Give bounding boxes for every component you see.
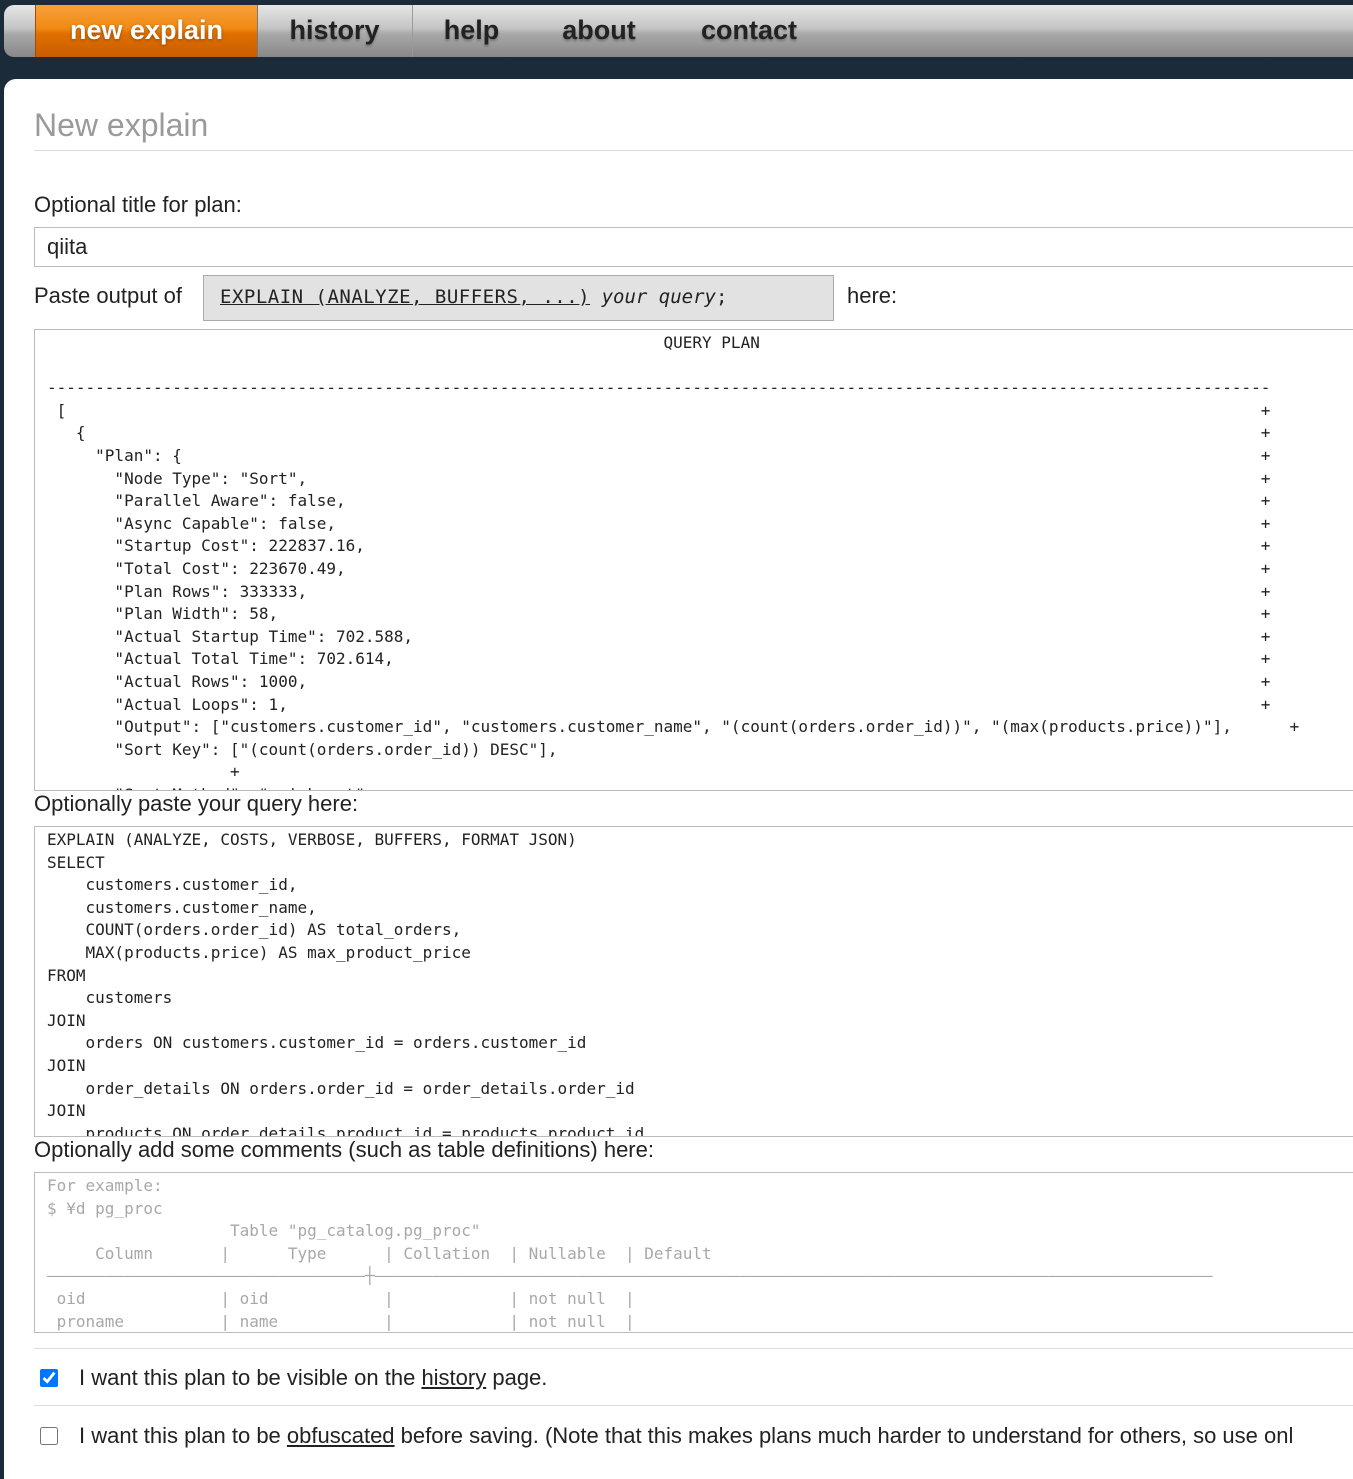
tab-history[interactable]: history (257, 5, 413, 57)
comments-textarea[interactable]: For example: $ ¥d pg_proc Table "pg_cata… (34, 1172, 1353, 1333)
visible-option-text: I want this plan to be visible on the hi… (79, 1365, 547, 1391)
history-link[interactable]: history (421, 1365, 486, 1390)
obfuscated-link[interactable]: obfuscated (287, 1423, 395, 1448)
main-nav: new explain history help about contact (4, 5, 1353, 57)
paste-output-label: Paste output of (34, 283, 182, 308)
comments-label: Optionally add some comments (such as ta… (34, 1137, 654, 1162)
options-divider-1 (34, 1348, 1353, 1349)
visible-checkbox[interactable] (40, 1369, 58, 1387)
tab-new-explain[interactable]: new explain (35, 5, 258, 57)
plan-textarea[interactable]: QUERY PLAN -----------------------------… (34, 329, 1353, 791)
visible-text-before: I want this plan to be visible on the (79, 1365, 422, 1390)
explain-code: EXPLAIN (ANALYZE, BUFFERS, ...) (220, 286, 591, 308)
tab-about[interactable]: about (531, 5, 667, 57)
title-divider (34, 150, 1353, 151)
query-textarea[interactable]: EXPLAIN (ANALYZE, COSTS, VERBOSE, BUFFER… (34, 826, 1353, 1137)
obfuscate-text-after: before saving. (Note that this makes pla… (394, 1423, 1294, 1448)
obfuscate-text-before: I want this plan to be (79, 1423, 287, 1448)
explain-syntax-button[interactable]: EXPLAIN (ANALYZE, BUFFERS, ...) your que… (203, 275, 834, 321)
explain-query-italic: your query (601, 286, 716, 308)
content-panel: New explain Optional title for plan: Pas… (4, 79, 1353, 1479)
query-label: Optionally paste your query here: (34, 791, 359, 816)
page-title: New explain (34, 107, 209, 143)
obfuscate-option-text: I want this plan to be obfuscated before… (79, 1423, 1293, 1449)
tab-contact[interactable]: contact (668, 5, 830, 57)
paste-here-label: here: (847, 283, 898, 308)
obfuscate-checkbox[interactable] (40, 1427, 58, 1445)
tab-help[interactable]: help (413, 5, 530, 57)
options-divider-2 (34, 1405, 1353, 1406)
visible-text-after: page. (486, 1365, 548, 1390)
plan-title-label: Optional title for plan: (34, 192, 242, 217)
explain-suffix: ; (715, 286, 728, 308)
plan-title-input[interactable] (34, 227, 1353, 267)
